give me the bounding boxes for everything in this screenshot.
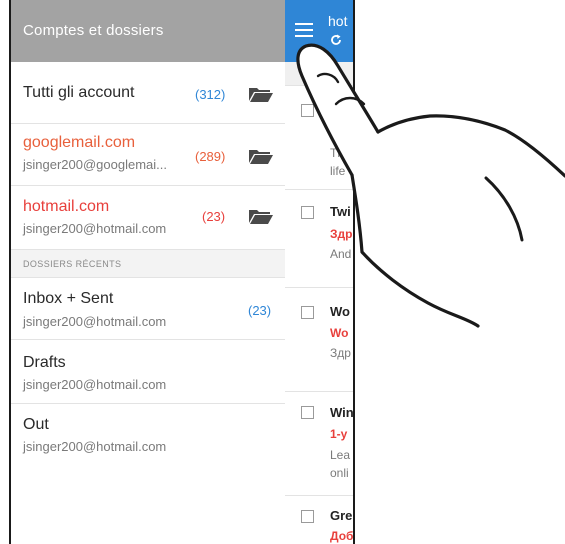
unread-count: (23) xyxy=(202,209,226,224)
recent-folders-header: DOSSIERS RÉCENTS xyxy=(11,250,285,278)
message-subject: W xyxy=(330,124,342,138)
message-row[interactable]: W Th life xyxy=(285,86,353,190)
drawer-title: Comptes et dossiers xyxy=(23,22,164,39)
message-subject: Доб xyxy=(330,529,354,543)
recent-folder-out[interactable]: Out jsinger200@hotmail.com xyxy=(11,404,285,468)
folder-icon[interactable] xyxy=(248,86,274,102)
account-name: Tutti gli account xyxy=(23,84,135,101)
folder-account-email: jsinger200@hotmail.com xyxy=(23,439,167,454)
message-preview: And xyxy=(330,247,352,261)
unread-count: (312) xyxy=(195,87,226,102)
folder-name: Drafts xyxy=(23,354,66,371)
message-subject: 1-y xyxy=(330,427,348,441)
checkbox-icon[interactable] xyxy=(301,306,314,319)
account-item-googlemail[interactable]: googlemail.com jsinger200@googlemai... (… xyxy=(11,124,285,186)
folder-icon[interactable] xyxy=(248,148,274,164)
unread-count: (289) xyxy=(195,149,226,164)
message-subject: Wo xyxy=(330,326,349,340)
drawer-header: Comptes et dossiers xyxy=(11,0,285,62)
inbox-panel: hot W Th life Twi Здр And Wo Wo Здр Win … xyxy=(285,0,355,544)
folder-name: Inbox + Sent xyxy=(23,290,114,307)
account-name: googlemail.com xyxy=(23,134,136,151)
account-name: hotmail.com xyxy=(23,198,110,215)
account-item-hotmail[interactable]: hotmail.com jsinger200@hotmail.com (23) xyxy=(11,186,285,250)
message-sender: Wo xyxy=(330,304,350,319)
checkbox-icon[interactable] xyxy=(301,406,314,419)
message-row[interactable]: Wo Wo Здр xyxy=(285,288,353,392)
message-subject: Здр xyxy=(330,227,353,241)
folder-name: Out xyxy=(23,416,49,433)
checkbox-icon[interactable] xyxy=(301,510,314,523)
inbox-subheader xyxy=(285,62,353,86)
folder-icon[interactable] xyxy=(248,208,274,224)
checkbox-icon[interactable] xyxy=(301,206,314,219)
recent-folders-title: DOSSIERS RÉCENTS xyxy=(23,259,122,269)
message-preview-2: life xyxy=(330,164,346,178)
recent-folder-inbox-sent[interactable]: Inbox + Sent jsinger200@hotmail.com (23) xyxy=(11,278,285,340)
message-sender: Twi xyxy=(330,204,351,219)
message-preview: Th xyxy=(330,146,345,160)
message-preview: Lea xyxy=(330,448,351,462)
sync-icon[interactable] xyxy=(330,34,342,46)
message-sender: Win xyxy=(330,405,354,420)
accounts-drawer: Comptes et dossiers Tutti gli account (3… xyxy=(9,0,285,544)
inbox-title: hot xyxy=(328,13,348,29)
message-preview: Здр xyxy=(330,346,351,360)
message-row[interactable]: Twi Здр And xyxy=(285,190,353,288)
account-email: jsinger200@googlemai... xyxy=(23,157,168,172)
message-sender: Gre xyxy=(330,508,353,523)
checkbox-icon[interactable] xyxy=(301,104,314,117)
message-row[interactable]: Gre Доб xyxy=(285,496,353,544)
folder-account-email: jsinger200@hotmail.com xyxy=(23,377,167,392)
message-preview-2: onli xyxy=(330,466,349,480)
hamburger-icon[interactable] xyxy=(295,23,315,39)
recent-folder-drafts[interactable]: Drafts jsinger200@hotmail.com xyxy=(11,340,285,404)
inbox-app-bar: hot xyxy=(285,0,353,62)
account-item-all[interactable]: Tutti gli account (312) xyxy=(11,62,285,124)
account-email: jsinger200@hotmail.com xyxy=(23,221,167,236)
folder-account-email: jsinger200@hotmail.com xyxy=(23,314,167,329)
unread-count: (23) xyxy=(248,303,272,318)
message-row[interactable]: Win 1-y Lea onli xyxy=(285,392,353,496)
